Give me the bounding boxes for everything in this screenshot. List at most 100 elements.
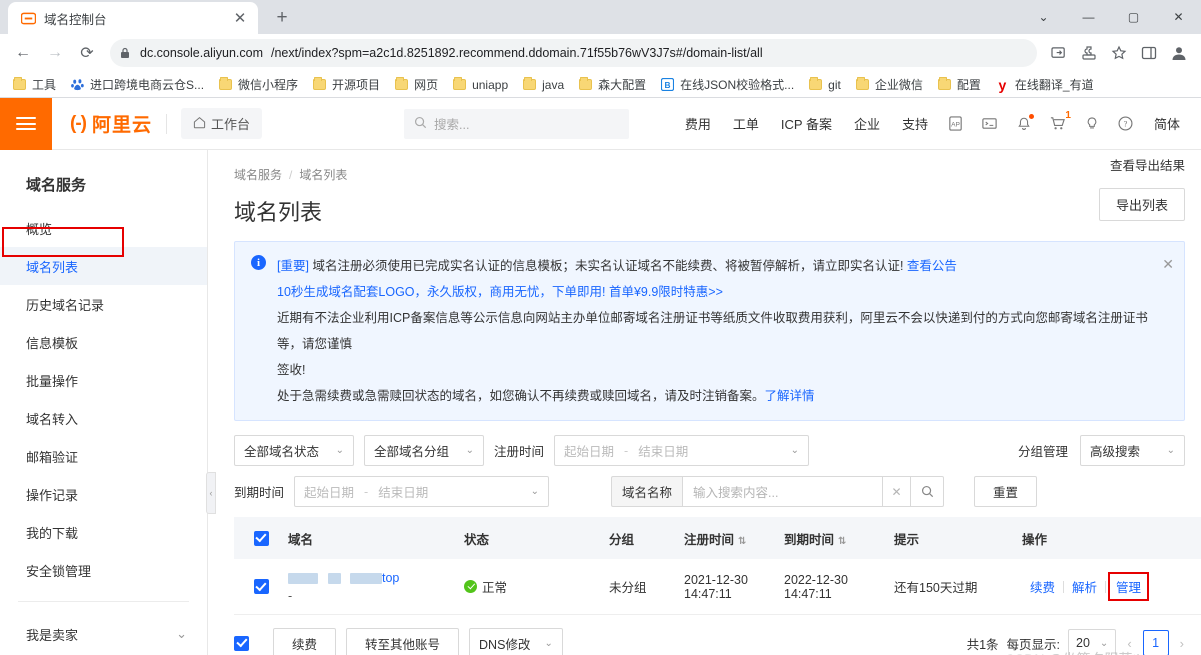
close-window-button[interactable]: ✕ — [1156, 0, 1201, 34]
page-number-1[interactable]: 1 — [1142, 630, 1169, 655]
transfer-account-button[interactable]: 转至其他账号 — [346, 627, 460, 655]
page-size-select[interactable]: 20 ⌄ — [1068, 629, 1117, 655]
search-icon[interactable] — [910, 476, 945, 507]
resolve-action-link[interactable]: 解析 — [1064, 577, 1105, 596]
bookmark-item[interactable]: 企业微信 — [849, 74, 929, 95]
sidebar-item-templates[interactable]: 信息模板 — [0, 323, 207, 361]
notice-line-2[interactable]: 10秒生成域名配套LOGO，永久版权，商用无忧，下单即用! 首单¥9.9限时特惠… — [277, 279, 1154, 305]
cart-icon[interactable]: 1 — [1041, 107, 1075, 141]
sidebar-item-transfer-in[interactable]: 域名转入 — [0, 399, 207, 437]
screen-share-icon[interactable] — [1045, 39, 1073, 67]
column-reg-time[interactable]: 注册时间 ⇅ — [684, 529, 784, 548]
profile-icon[interactable] — [1165, 39, 1193, 67]
bookmark-item[interactable]: B 在线JSON校验格式... — [654, 74, 800, 95]
reload-button[interactable]: ⟳ — [72, 38, 102, 68]
domain-status-select[interactable]: 全部域名状态 ⌄ — [234, 435, 354, 466]
header-link-support[interactable]: 支持 — [891, 114, 939, 133]
chevron-down-icon: ⌄ — [530, 486, 540, 497]
page-title-actions: 查看导出结果 导出列表 — [1098, 159, 1185, 221]
new-tab-button[interactable]: + — [268, 4, 296, 32]
manage-action-link[interactable]: 管理 — [1108, 572, 1150, 601]
side-panel-icon[interactable] — [1135, 39, 1163, 67]
view-export-result-link[interactable]: 查看导出结果 — [1099, 155, 1185, 174]
terminal-icon[interactable] — [973, 107, 1007, 141]
prev-page-button[interactable]: ‹ — [1124, 636, 1134, 651]
dns-modify-dropdown[interactable]: DNS修改 ⌄ — [469, 627, 563, 655]
sidebar-item-domain-list[interactable]: 域名列表 — [0, 247, 207, 285]
sort-icon[interactable]: ⇅ — [838, 536, 846, 547]
sidebar-collapse-handle[interactable]: ‹ — [206, 472, 216, 514]
header-search-input[interactable]: 搜索... — [404, 108, 630, 139]
domain-search-input[interactable]: 输入搜索内容... — [682, 476, 883, 507]
browser-tab[interactable]: 域名控制台 ✕ — [8, 2, 258, 34]
learn-more-link[interactable]: 了解详情 — [765, 389, 815, 403]
cell-domain[interactable]: top - — [288, 571, 464, 603]
back-button[interactable]: ← — [8, 38, 38, 68]
renew-action-link[interactable]: 续费 — [1022, 577, 1063, 596]
chevron-down-icon: ⌄ — [1099, 637, 1109, 649]
clear-icon[interactable]: ✕ — [882, 476, 911, 507]
footer-select-all-checkbox[interactable] — [234, 635, 249, 651]
sidebar-group-seller[interactable]: 我是卖家 ⌄ — [0, 614, 207, 654]
baidu-icon — [70, 77, 85, 92]
maximize-button[interactable]: ▢ — [1111, 0, 1156, 34]
forward-button[interactable]: → — [40, 38, 70, 68]
view-announcement-link[interactable]: 查看公告 — [907, 259, 957, 273]
bookmark-item[interactable]: 微信小程序 — [212, 74, 304, 95]
aliyun-logo[interactable]: (-) 阿里云 — [52, 110, 166, 137]
row-checkbox[interactable] — [253, 579, 269, 594]
header-link-tickets[interactable]: 工单 — [722, 114, 770, 133]
bookmark-item[interactable]: uniapp — [446, 75, 514, 94]
bookmark-item[interactable]: 进口跨境电商云仓S... — [64, 74, 210, 95]
chevron-down-icon[interactable]: ⌄ — [1021, 0, 1066, 34]
domain-group-select[interactable]: 全部域名分组 ⌄ — [364, 435, 484, 466]
doc-icon[interactable]: AP — [939, 107, 973, 141]
sidebar-item-history[interactable]: 历史域名记录 — [0, 285, 207, 323]
hamburger-icon[interactable] — [0, 97, 52, 150]
header-link-enterprise[interactable]: 企业 — [843, 114, 891, 133]
close-icon[interactable]: ✕ — [230, 8, 250, 28]
select-all-checkbox[interactable] — [253, 530, 269, 546]
language-switcher[interactable]: 简体 — [1143, 114, 1191, 133]
url-domain: dc.console.aliyun.com — [140, 46, 263, 60]
bookmark-item[interactable]: y 在线翻译_有道 — [989, 74, 1100, 95]
bell-icon[interactable] — [1007, 107, 1041, 141]
help-icon[interactable]: ? — [1109, 107, 1143, 141]
bookmark-item[interactable]: 工具 — [6, 74, 62, 95]
bookmark-item[interactable]: git — [802, 75, 847, 94]
bookmark-item[interactable]: 网页 — [388, 74, 444, 95]
bulb-icon[interactable] — [1075, 107, 1109, 141]
header-link-icp[interactable]: ICP 备案 — [770, 114, 843, 133]
next-page-button[interactable]: › — [1177, 636, 1187, 651]
bookmark-item[interactable]: 开源项目 — [306, 74, 386, 95]
column-exp-time[interactable]: 到期时间 ⇅ — [784, 529, 894, 548]
advanced-search-toggle[interactable]: 高级搜索 ⌄ — [1080, 435, 1185, 466]
exp-time-daterange[interactable]: 起始日期 - 结束日期 ⌄ — [294, 476, 550, 507]
sidebar-group-label: 我是卖家 — [26, 627, 79, 643]
workbench-button[interactable]: 工作台 — [181, 108, 263, 139]
group-manage-link[interactable]: 分组管理 — [1018, 441, 1068, 460]
minimize-button[interactable]: — — [1066, 0, 1111, 34]
extensions-icon[interactable] — [1075, 39, 1103, 67]
sidebar-item-overview[interactable]: 概览 — [0, 209, 207, 247]
bookmark-item[interactable]: 森大配置 — [572, 74, 652, 95]
sidebar-item-email-verify[interactable]: 邮箱验证 — [0, 437, 207, 475]
sidebar-item-batch[interactable]: 批量操作 — [0, 361, 207, 399]
header-link-fees[interactable]: 费用 — [674, 114, 722, 133]
sidebar-item-security-lock[interactable]: 安全锁管理 — [0, 551, 207, 589]
close-icon[interactable]: ✕ — [1162, 251, 1174, 277]
sidebar-item-my-downloads[interactable]: 我的下载 — [0, 513, 207, 551]
bookmark-item[interactable]: java — [516, 75, 570, 94]
renew-button[interactable]: 续费 — [273, 627, 337, 655]
sort-icon[interactable]: ⇅ — [738, 536, 746, 547]
breadcrumb-parent[interactable]: 域名服务 — [234, 166, 282, 183]
bookmark-star-icon[interactable] — [1105, 39, 1133, 67]
sidebar-title: 域名服务 — [26, 177, 87, 194]
export-list-button[interactable]: 导出列表 — [1098, 188, 1185, 221]
bookmark-item[interactable]: 配置 — [931, 74, 987, 95]
browser-toolbar: ← → ⟳ dc.console.aliyun.com/next/index?s… — [0, 34, 1201, 72]
address-bar[interactable]: dc.console.aliyun.com/next/index?spm=a2c… — [110, 39, 1037, 67]
reset-button[interactable]: 重置 — [974, 476, 1038, 507]
sidebar-item-operation-log[interactable]: 操作记录 — [0, 475, 207, 513]
reg-time-daterange[interactable]: 起始日期 - 结束日期 ⌄ — [554, 435, 810, 466]
